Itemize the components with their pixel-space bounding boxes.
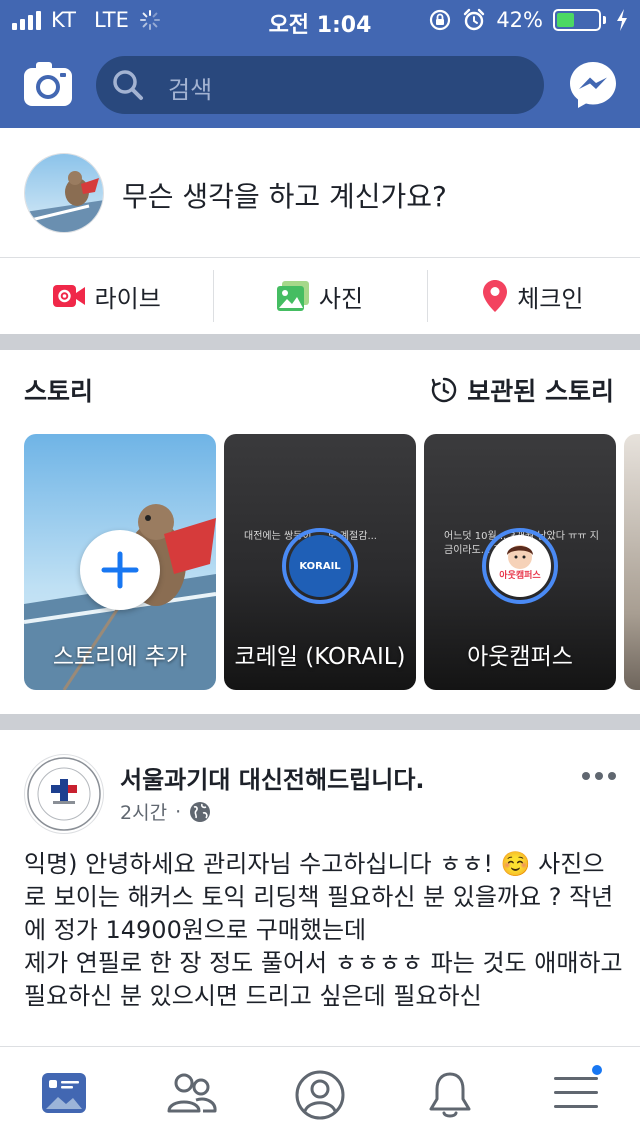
battery-icon xyxy=(553,9,606,31)
search-bar[interactable]: 검색 xyxy=(96,56,544,114)
live-video-icon xyxy=(52,285,85,307)
korail-logo-text: KORAIL xyxy=(299,560,341,572)
more-dot xyxy=(582,772,590,780)
post-page-name[interactable]: 서울과기대 대신전해드립니다. xyxy=(120,760,425,795)
search-placeholder: 검색 xyxy=(168,76,213,104)
notifications-icon xyxy=(429,1072,471,1118)
tab-friends[interactable] xyxy=(166,1069,218,1121)
photo-icon xyxy=(276,281,309,311)
messenger-icon xyxy=(570,62,616,108)
menu-notification-dot xyxy=(590,1063,604,1077)
archived-stories-label: 보관된 스토리 xyxy=(467,377,614,406)
story-label: 스토리에 추가 xyxy=(52,644,188,670)
more-dot xyxy=(595,772,603,780)
story-label: 코레일 (KORAIL) xyxy=(234,644,406,670)
search-icon xyxy=(113,70,143,100)
photo-button[interactable]: 사진 xyxy=(213,258,426,334)
checkin-button[interactable]: 체크인 xyxy=(426,258,640,334)
archived-stories-link[interactable]: 보관된 스토리 xyxy=(431,372,614,408)
orientation-lock-icon xyxy=(430,9,451,31)
charging-icon xyxy=(617,9,627,31)
profile-icon xyxy=(295,1070,345,1120)
page-avatar[interactable] xyxy=(24,754,104,834)
story-korail[interactable]: 대전에는 쌍둥이 ... 도 계절감... KORAIL 코레일 (KORAIL… xyxy=(224,434,416,690)
friends-icon xyxy=(167,1073,217,1113)
bottom-tab-bar xyxy=(0,1046,640,1136)
post-meta: 2시간 · xyxy=(120,798,211,825)
outcampus-character-icon xyxy=(507,545,533,569)
messenger-button[interactable] xyxy=(568,60,618,110)
alarm-icon xyxy=(464,8,485,31)
squirrel-photo xyxy=(25,154,103,232)
story-avatar-korail: KORAIL xyxy=(282,528,358,604)
post-time: 2시간 xyxy=(120,802,168,824)
checkin-label: 체크인 xyxy=(517,284,584,313)
stories-heading: 스토리 xyxy=(24,377,94,406)
post-composer[interactable]: 무슨 생각을 하고 계신가요? xyxy=(0,128,640,258)
section-divider xyxy=(0,334,640,350)
post-header: 서울과기대 대신전해드립니다. 2시간 · xyxy=(0,730,640,834)
story-add[interactable]: 스토리에 추가 xyxy=(24,434,216,690)
tab-profile[interactable] xyxy=(294,1069,346,1121)
tab-menu[interactable] xyxy=(552,1063,604,1121)
top-bar: KT LTE 오전 1:04 42% 검색 xyxy=(0,0,640,128)
photo-label: 사진 xyxy=(318,284,364,313)
news-feed-icon xyxy=(42,1073,86,1113)
camera-button[interactable] xyxy=(24,62,72,106)
story-partial[interactable] xyxy=(624,434,640,690)
section-divider xyxy=(0,714,640,730)
battery-percent: 42% xyxy=(496,8,543,32)
camera-icon xyxy=(24,62,72,106)
composer-prompt: 무슨 생각을 하고 계신가요? xyxy=(122,180,447,213)
story-avatar-outcampus: 아웃캠퍼스 xyxy=(482,528,558,604)
tab-notifications[interactable] xyxy=(424,1069,476,1121)
plus-icon xyxy=(101,551,139,589)
status-bar: KT LTE 오전 1:04 42% xyxy=(0,0,640,40)
live-button[interactable]: 라이브 xyxy=(0,258,213,334)
story-label: 아웃캠퍼스 xyxy=(467,644,573,670)
my-avatar[interactable] xyxy=(24,153,104,233)
add-story-button[interactable] xyxy=(80,530,160,610)
location-pin-icon xyxy=(483,280,508,312)
tab-news-feed[interactable] xyxy=(40,1069,92,1121)
post-body-text[interactable]: 익명) 안녕하세요 관리자님 수고하십니다 ㅎㅎ! ☺️ 사진으로 보이는 해커… xyxy=(24,848,624,1013)
composer-actions: 라이브 사진 체크인 xyxy=(0,258,640,334)
clock-history-icon xyxy=(432,377,457,403)
story-outcampus[interactable]: 어느덧 10월... 3개월 남았다 ㅠㅠ 지금이라도... 지원 ㄱㄱ ...… xyxy=(424,434,616,690)
university-seal-icon xyxy=(27,757,101,831)
header: 검색 xyxy=(0,40,640,128)
live-label: 라이브 xyxy=(94,284,161,313)
more-dot xyxy=(608,772,616,780)
post-options-button[interactable] xyxy=(582,772,616,786)
outcampus-logo-text: 아웃캠퍼스 xyxy=(499,571,541,581)
globe-icon xyxy=(190,801,211,822)
